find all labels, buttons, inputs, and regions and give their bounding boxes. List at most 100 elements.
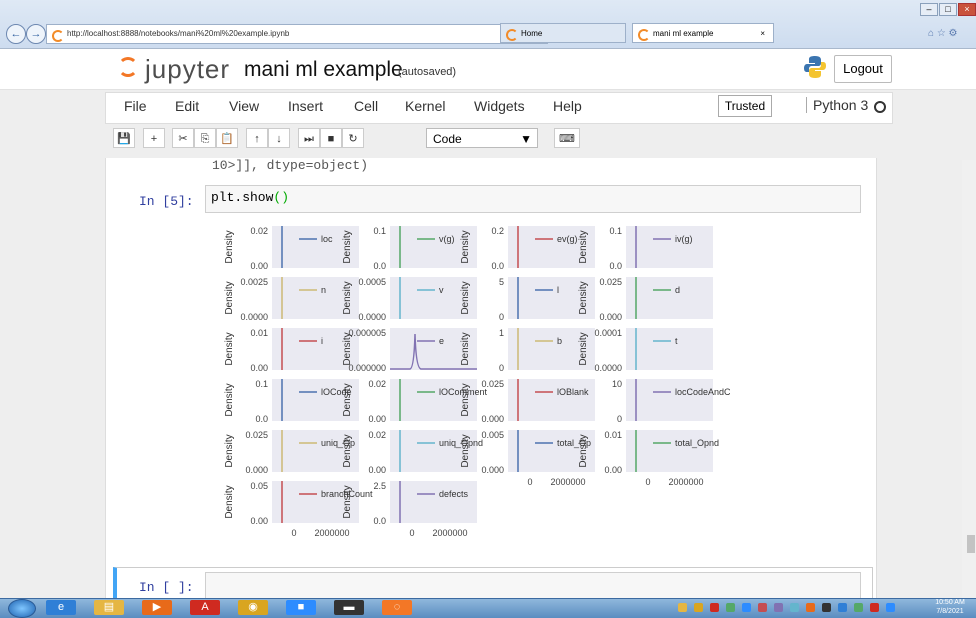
tray-icon[interactable] [758, 603, 767, 612]
tray-icon[interactable] [806, 603, 815, 612]
y-tick-label: 0.00 [250, 261, 268, 271]
y-axis-label: Density [224, 230, 235, 263]
command-palette-button[interactable]: ⌨ [554, 128, 580, 148]
paste-icon: 📋 [220, 133, 234, 145]
tab-label: mani ml example [653, 29, 714, 38]
menu-view[interactable]: View [229, 98, 259, 114]
x-tick-label: 2000000 [550, 477, 585, 487]
kernel-name[interactable]: Python 3 [806, 97, 868, 113]
notebook-title[interactable]: mani ml example [244, 58, 403, 82]
legend-label: b [557, 336, 562, 346]
x-tick-label: 2000000 [668, 477, 703, 487]
y-tick-label: 0 [499, 363, 504, 373]
tray-icon[interactable] [774, 603, 783, 612]
tray-icon[interactable] [822, 603, 831, 612]
y-tick-label: 0.02 [368, 430, 386, 440]
terminal-taskbar-icon[interactable]: ▬ [334, 600, 364, 615]
y-axis-label: Density [224, 281, 235, 314]
interrupt-button[interactable]: ■ [320, 128, 342, 148]
tray-icon[interactable] [726, 603, 735, 612]
move-up-icon: ↑ [254, 133, 260, 145]
tray-icon[interactable] [854, 603, 863, 612]
keyboard-icon: ⌨ [559, 133, 575, 145]
start-button[interactable] [8, 599, 36, 618]
y-tick-label: 0.0 [491, 261, 504, 271]
save-button[interactable]: 💾 [113, 128, 135, 148]
paste-button[interactable]: 📋 [216, 128, 238, 148]
menu-widgets[interactable]: Widgets [474, 98, 525, 114]
y-axis-label: Density [224, 434, 235, 467]
y-axis-label: Density [342, 332, 353, 365]
y-axis-label: Density [342, 485, 353, 518]
run-icon: ⏭ [304, 133, 314, 145]
kernel-idle-icon [874, 101, 886, 113]
minimize-button[interactable]: – [920, 3, 938, 16]
y-axis-label: Density [578, 434, 589, 467]
tray-icon[interactable] [886, 603, 895, 612]
back-button[interactable]: ← [6, 24, 26, 44]
clock[interactable]: 10:50 AM 7/8/2021 [928, 598, 972, 616]
menu-file[interactable]: File [124, 98, 147, 114]
menu-kernel[interactable]: Kernel [405, 98, 445, 114]
explorer-taskbar-icon[interactable]: ▤ [94, 600, 124, 615]
tray-icon[interactable] [790, 603, 799, 612]
logout-button[interactable]: Logout [834, 55, 892, 83]
code-cell-input[interactable] [205, 185, 861, 213]
cut-button[interactable]: ✂ [172, 128, 194, 148]
jupyter-logo-icon[interactable] [118, 57, 138, 77]
address-bar[interactable]: http://localhost:8888/notebooks/mani%20m… [46, 24, 548, 44]
ie-taskbar-icon[interactable]: e [46, 600, 76, 615]
tab-close-icon[interactable]: × [760, 24, 765, 44]
restart-icon: ↻ [348, 133, 358, 145]
y-axis-label: Density [578, 230, 589, 263]
run-button[interactable]: ⏭ [298, 128, 320, 148]
insert-cell-button[interactable]: + [143, 128, 165, 148]
tab-mani-ml-example[interactable]: mani ml example × [632, 23, 774, 43]
legend-label: v [439, 285, 444, 295]
axes-background [626, 379, 713, 421]
chrome-taskbar-icon[interactable]: ◉ [238, 600, 268, 615]
y-tick-label: 0.01 [604, 430, 622, 440]
y-tick-label: 0.025 [481, 379, 504, 389]
restart-button[interactable]: ↻ [342, 128, 364, 148]
scrollbar-thumb[interactable] [967, 535, 975, 553]
tray-icon[interactable] [710, 603, 719, 612]
move-down-button[interactable]: ↓ [268, 128, 290, 148]
tray-icon[interactable] [694, 603, 703, 612]
jupyter-taskbar-icon[interactable]: ◌ [382, 600, 412, 615]
y-axis-label: Density [342, 383, 353, 416]
copy-button[interactable]: ⎘ [194, 128, 216, 148]
y-axis-label: Density [224, 383, 235, 416]
acrobat-taskbar-icon[interactable]: A [190, 600, 220, 615]
vertical-scrollbar[interactable] [962, 160, 976, 600]
forward-button[interactable]: → [26, 24, 46, 44]
tray-icon[interactable] [742, 603, 751, 612]
menu-edit[interactable]: Edit [175, 98, 199, 114]
tray-icon[interactable] [870, 603, 879, 612]
jupyter-logo-text[interactable]: jupyter [145, 54, 230, 85]
system-tray[interactable] [678, 600, 918, 615]
legend-label: loc [321, 234, 333, 244]
menu-help[interactable]: Help [553, 98, 582, 114]
y-tick-label: 0.00 [250, 363, 268, 373]
cell-type-select[interactable]: Code ▼ [426, 128, 538, 148]
tray-icon[interactable] [678, 603, 687, 612]
zoom-taskbar-icon[interactable]: ■ [286, 600, 316, 615]
menu-insert[interactable]: Insert [288, 98, 323, 114]
tray-icon[interactable] [838, 603, 847, 612]
legend-label: n [321, 285, 326, 295]
maximize-button[interactable]: □ [939, 3, 957, 16]
move-up-button[interactable]: ↑ [246, 128, 268, 148]
menu-cell[interactable]: Cell [354, 98, 378, 114]
x-tick-label: 0 [527, 477, 532, 487]
y-tick-label: 1 [499, 328, 504, 338]
tab-home[interactable]: Home [500, 23, 626, 43]
close-button[interactable]: × [958, 3, 976, 16]
y-tick-label: 0.000005 [348, 328, 386, 338]
home-favorites-settings-icons[interactable]: ⌂ ☆ ⚙ [928, 28, 958, 39]
trusted-badge[interactable]: Trusted [718, 95, 772, 117]
axes-background [626, 277, 713, 319]
media-player-taskbar-icon[interactable]: ▶ [142, 600, 172, 615]
code-text: plt.show() [211, 190, 289, 205]
y-axis-label: Density [342, 230, 353, 263]
